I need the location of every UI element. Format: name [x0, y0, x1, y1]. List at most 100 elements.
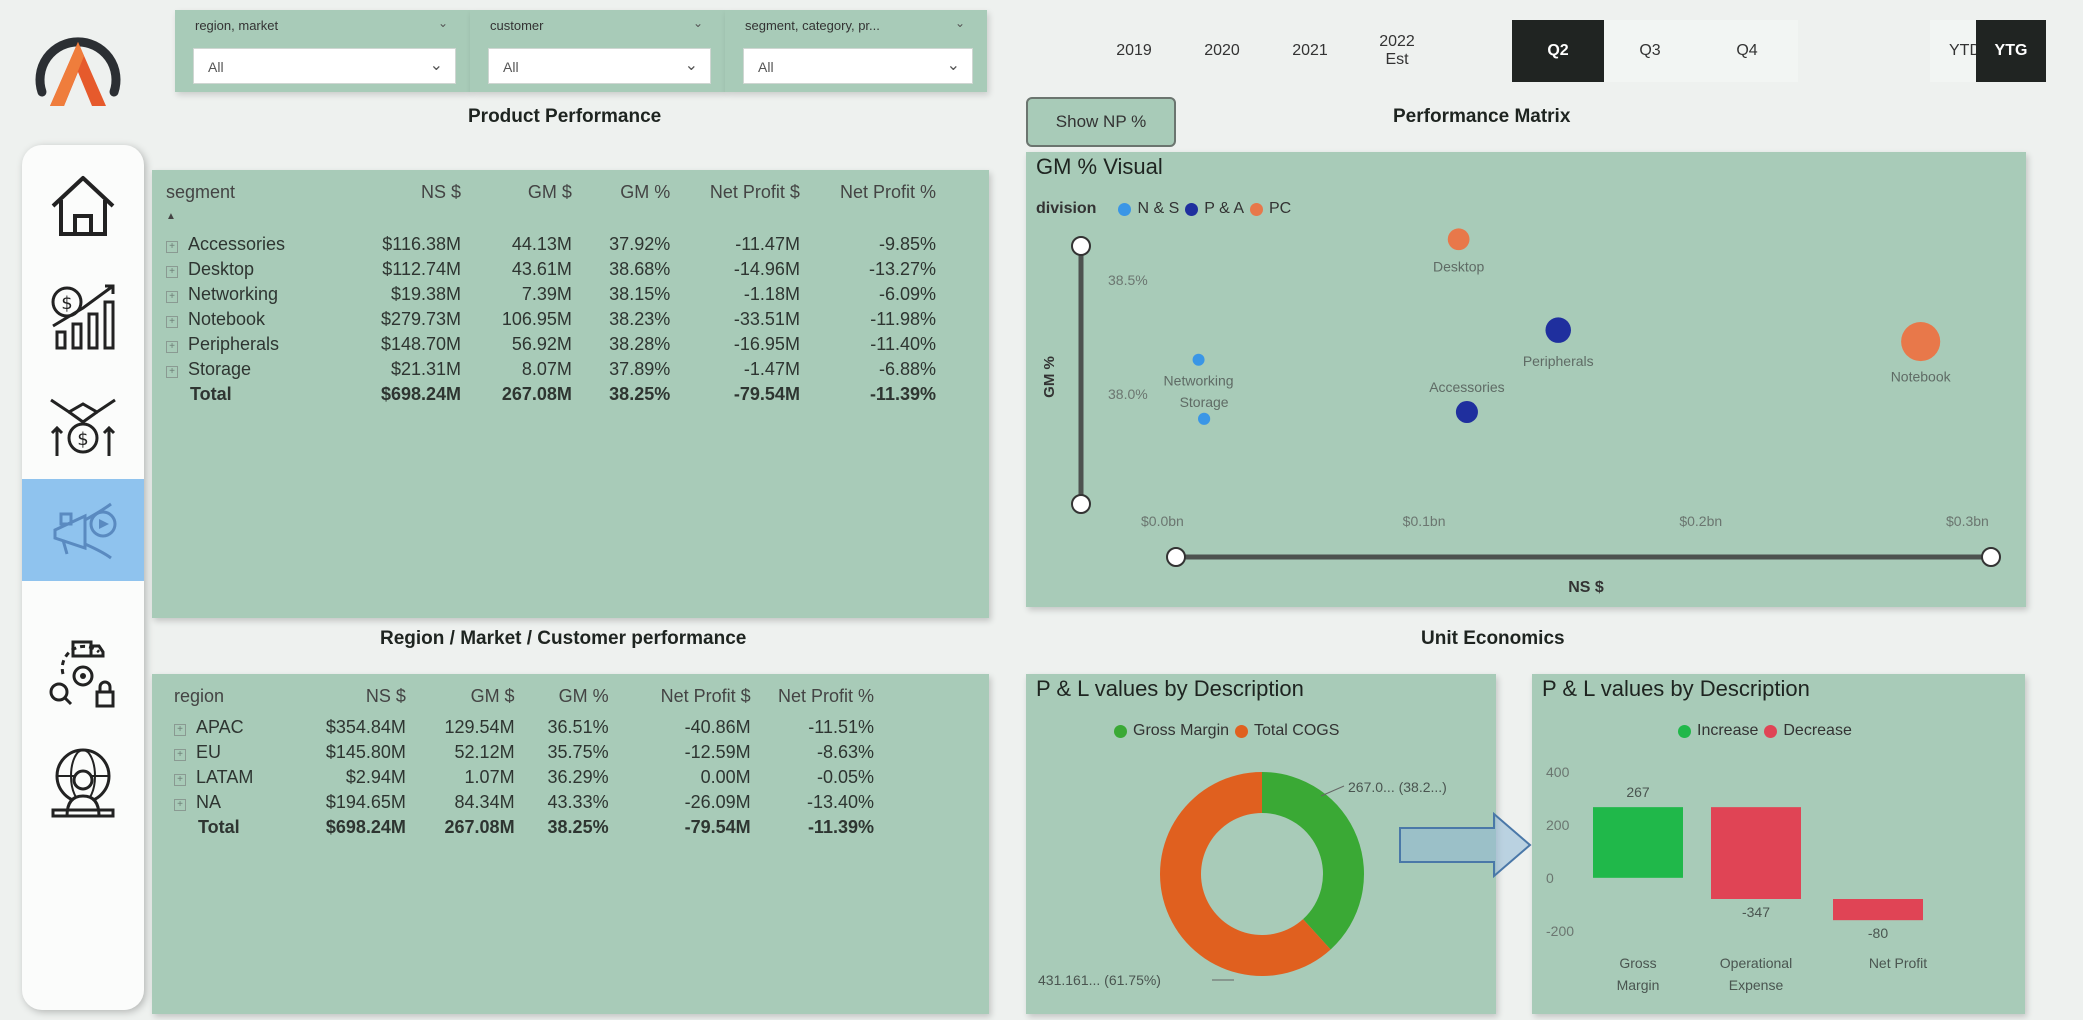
category-label: Gross — [1619, 955, 1656, 971]
scatter-point — [1198, 412, 1211, 425]
sidebar-item-marketing[interactable] — [22, 479, 144, 581]
table-cell: Peripherals — [188, 334, 280, 354]
table-cell: 37.89% — [609, 359, 671, 379]
column-header[interactable]: GM $ — [406, 686, 515, 715]
expand-icon[interactable]: + — [166, 241, 178, 253]
y-axis-label: GM % — [1041, 356, 1058, 398]
x-axis-label: NS $ — [1568, 579, 1604, 596]
table-cell: 129.54M — [444, 717, 515, 737]
table-cell: -11.39% — [807, 817, 874, 837]
table-header-row: segment ▲ NS $ GM $ GM % Net Profit $ Net… — [166, 182, 936, 232]
table-cell: Total — [198, 817, 240, 837]
expand-icon[interactable]: + — [166, 291, 178, 303]
sidebar-item-supply-chain[interactable] — [22, 623, 144, 725]
expand-icon[interactable]: + — [166, 316, 178, 328]
table-cell: Notebook — [188, 309, 266, 329]
svg-text:$: $ — [77, 429, 88, 450]
year-button-2021[interactable]: 2021 — [1276, 20, 1344, 82]
expand-icon[interactable]: + — [166, 341, 178, 353]
quarter-button-q2[interactable]: Q2 — [1512, 20, 1604, 82]
filter-region-market[interactable]: region, market ⌄ All ⌄ — [175, 10, 470, 92]
table-cell: 44.13M — [511, 234, 572, 254]
expand-icon[interactable]: + — [166, 266, 178, 278]
table-row: + EU $145.80M 52.12M 35.75% -12.59M -8.63… — [174, 740, 874, 765]
show-np-button[interactable]: Show NP % — [1026, 97, 1176, 147]
table-cell: -79.54M — [733, 384, 800, 404]
table-cell: 52.12M — [454, 742, 515, 762]
year-button-2022-est[interactable]: 2022 Est — [1362, 20, 1432, 82]
expand-icon[interactable]: + — [174, 724, 186, 736]
y-tick-label: 0 — [1546, 870, 1554, 886]
column-header[interactable]: Net Profit $ — [609, 686, 751, 715]
table-cell: Networking — [188, 284, 279, 304]
marketing-icon — [53, 502, 117, 560]
table-cell: 38.25% — [609, 384, 671, 404]
expand-icon[interactable]: + — [174, 749, 186, 761]
sidebar-item-executive[interactable] — [22, 731, 144, 833]
table-cell: 38.25% — [547, 817, 609, 837]
sidebar-item-home[interactable] — [22, 155, 144, 257]
table-cell: -1.18M — [743, 284, 800, 304]
table-cell: 36.51% — [547, 717, 609, 737]
mode-button-ytg[interactable]: YTG — [1976, 20, 2046, 82]
table-cell: 84.34M — [454, 792, 515, 812]
sidebar-item-sales[interactable]: $ — [22, 371, 144, 473]
filter-dropdown[interactable]: All ⌄ — [743, 48, 973, 84]
year-label: 2022 — [1379, 33, 1415, 50]
table-cell: -9.85% — [878, 234, 936, 254]
y-tick-label: -200 — [1546, 923, 1574, 939]
year-button-2020[interactable]: 2020 — [1188, 20, 1256, 82]
product-performance-heading: Product Performance — [468, 106, 662, 127]
table-cell: $19.38M — [390, 284, 462, 304]
quarter-button-q4[interactable]: Q4 — [1696, 20, 1798, 82]
y-tick-label: 38.0% — [1108, 386, 1148, 402]
waterfall-bar — [1593, 807, 1683, 878]
sidebar-item-finance[interactable]: $ — [22, 263, 144, 365]
column-header[interactable]: GM $ — [461, 182, 572, 232]
column-header[interactable]: NS $ — [344, 182, 461, 232]
chevron-down-icon[interactable]: ⌄ — [693, 16, 703, 30]
table-cell: 38.23% — [609, 309, 671, 329]
table-total-row: Total $698.24M 267.08M 38.25% -79.54M -1… — [174, 815, 874, 840]
chevron-down-icon[interactable]: ⌄ — [955, 16, 965, 30]
region-table: region NS $ GM $ GM % Net Profit $ Net P… — [174, 686, 874, 840]
chevron-down-icon[interactable]: ⌄ — [947, 55, 960, 75]
table-row: + Desktop $112.74M 43.61M 38.68% -14.96M … — [166, 257, 936, 282]
column-header[interactable]: Net Profit $ — [670, 182, 800, 232]
column-header[interactable]: region — [174, 686, 289, 715]
filter-segment-category[interactable]: segment, category, pr... ⌄ All ⌄ — [725, 10, 987, 92]
period-selector: 2019 2020 2021 2022 Est Q2 Q3 Q4 YTD YTG — [1100, 20, 2065, 82]
column-header[interactable]: Net Profit % — [800, 182, 936, 232]
year-button-2019[interactable]: 2019 — [1100, 20, 1168, 82]
expand-icon[interactable]: + — [174, 799, 186, 811]
point-label: Peripherals — [1523, 353, 1594, 369]
performance-matrix-heading: Performance Matrix — [1393, 106, 1571, 127]
table-cell: NA — [196, 792, 222, 812]
column-header[interactable]: segment ▲ — [166, 182, 344, 232]
x-tick-label: $0.1bn — [1403, 513, 1446, 529]
filter-dropdown[interactable]: All ⌄ — [193, 48, 456, 84]
column-header[interactable]: GM % — [515, 686, 609, 715]
column-header[interactable]: NS $ — [289, 686, 406, 715]
table-cell: 56.92M — [511, 334, 572, 354]
table-row: + Accessories $116.38M 44.13M 37.92% -11.… — [166, 232, 936, 257]
chevron-down-icon[interactable]: ⌄ — [430, 55, 443, 75]
filter-dropdown[interactable]: All ⌄ — [488, 48, 711, 84]
table-cell: 1.07M — [464, 767, 515, 787]
chevron-down-icon[interactable]: ⌄ — [685, 55, 698, 75]
x-slider-handle — [1981, 547, 2001, 567]
sidebar-nav: $ $ — [22, 145, 144, 1010]
expand-icon[interactable]: + — [166, 366, 178, 378]
waterfall-chart: 400 200 0 -200 267 Gross Margin -347 Operational… — [1546, 764, 1927, 993]
column-header[interactable]: GM % — [572, 182, 670, 232]
column-header[interactable]: Net Profit % — [751, 686, 874, 715]
scatter-point — [1192, 353, 1205, 366]
quarter-button-q3[interactable]: Q3 — [1604, 20, 1696, 82]
data-label: 267.0... (38.2...) — [1348, 779, 1447, 795]
expand-icon[interactable]: + — [174, 774, 186, 786]
filter-customer[interactable]: customer ⌄ All ⌄ — [470, 10, 725, 92]
sort-ascending-icon[interactable]: ▲ — [166, 211, 176, 222]
table-row: + Networking $19.38M 7.39M 38.15% -1.18M … — [166, 282, 936, 307]
chevron-down-icon[interactable]: ⌄ — [438, 16, 448, 30]
product-table: segment ▲ NS $ GM $ GM % Net Profit $ Net… — [166, 182, 936, 407]
